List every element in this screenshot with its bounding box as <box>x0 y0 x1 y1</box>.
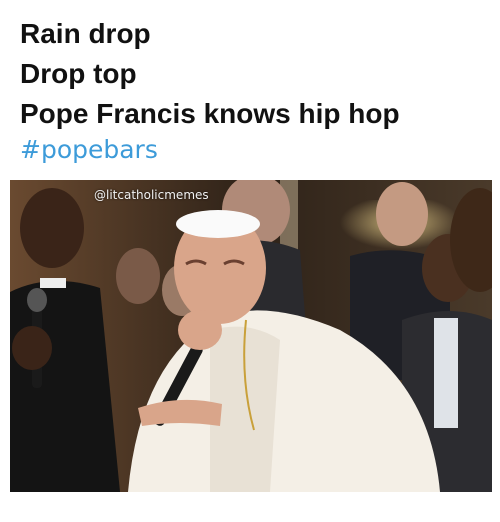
hashtag: #popebars <box>20 135 158 164</box>
photo-illustration <box>10 180 492 492</box>
caption-line-1: Rain drop <box>20 18 151 49</box>
watermark-text: @litcatholicmemes <box>94 188 209 202</box>
caption-line-2: Drop top <box>20 58 137 89</box>
caption-line-3: Pope Francis knows hip hop <box>20 98 400 129</box>
meme-caption: Rain drop Drop top Pope Francis knows hi… <box>20 14 490 168</box>
meme-photo: @litcatholicmemes <box>10 180 492 492</box>
